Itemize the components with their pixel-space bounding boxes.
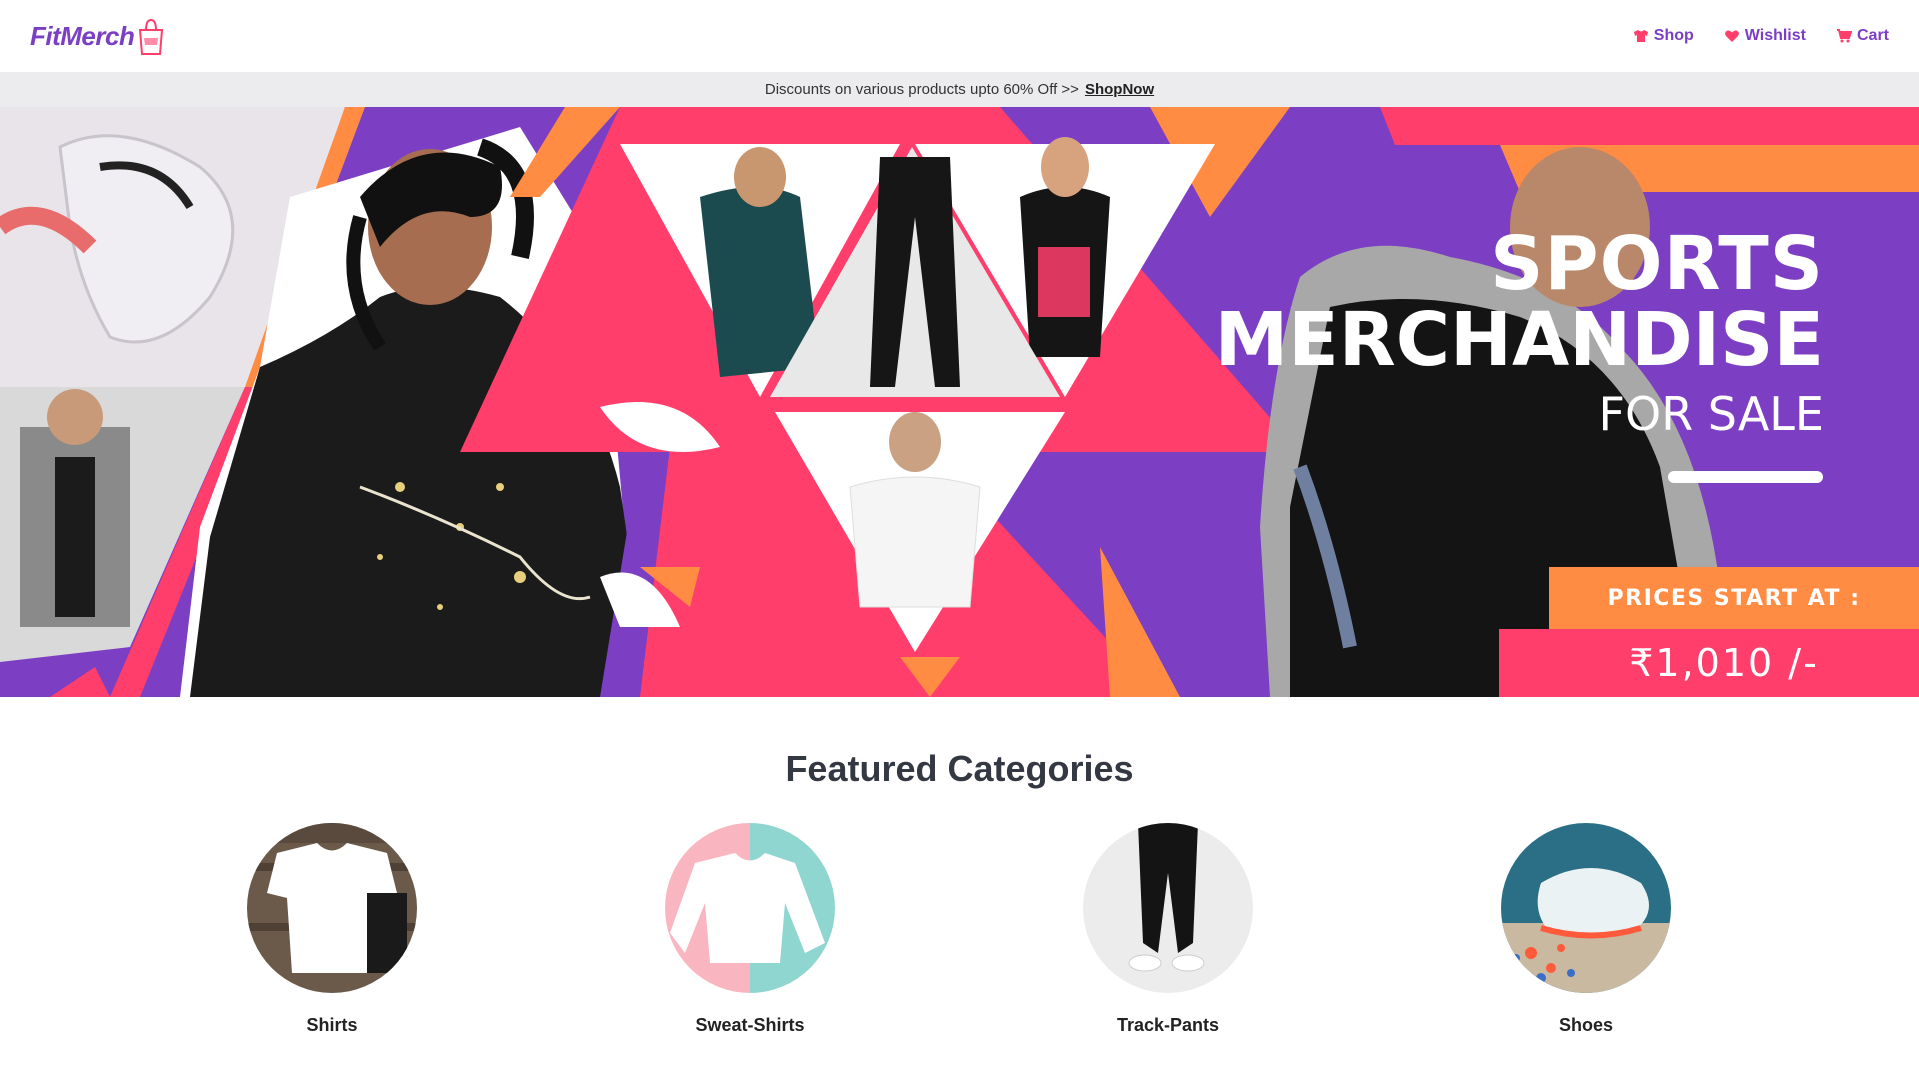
cart-icon — [1836, 29, 1852, 43]
shirt-icon — [1633, 30, 1648, 42]
logo-text: FitMerch — [30, 20, 135, 51]
promo-bar: Discounts on various products upto 60% O… — [0, 72, 1919, 107]
category-label: Track-Pants — [1116, 1015, 1220, 1035]
shirts-image — [247, 823, 417, 993]
price-label: PRICES START AT : — [1549, 567, 1919, 629]
hero-title: SPORTS MERCHANDISE FOR SALE — [1215, 227, 1824, 437]
shopping-bag-icon — [139, 18, 164, 55]
hero-banner[interactable]: SPORTS MERCHANDISE FOR SALE PRICES START… — [0, 107, 1919, 697]
nav-cart[interactable]: Cart — [1836, 27, 1889, 45]
hero-title-line3: FOR SALE — [1598, 387, 1824, 441]
nav-wishlist-label: Wishlist — [1744, 27, 1806, 44]
category-label: Shirts — [306, 1015, 358, 1035]
price-value: ₹1,010 /- — [1499, 629, 1919, 697]
hero-title-line2: MERCHANDISE — [1214, 297, 1824, 383]
site-header: FitMerch Shop Wishlist Cart — [0, 0, 1919, 72]
nav-shop[interactable]: Shop — [1633, 27, 1694, 45]
logo[interactable]: FitMerch — [30, 12, 166, 60]
featured-title: Featured Categories — [785, 748, 1134, 789]
category-label: Sweat-Shirts — [695, 1015, 805, 1035]
category-shirts[interactable]: Shirts — [232, 823, 432, 1036]
category-sweat-shirts[interactable]: Sweat-Shirts — [650, 823, 850, 1036]
hero-underline — [1668, 471, 1823, 483]
shoes-image — [1501, 823, 1671, 993]
category-label: Shoes — [1558, 1015, 1614, 1035]
nav-shop-label: Shop — [1653, 27, 1694, 44]
promo-text: Discounts on various products upto 60% O… — [764, 81, 1079, 98]
hero-title-line1: SPORTS — [1490, 221, 1824, 307]
main-nav: Shop Wishlist Cart — [1633, 27, 1889, 45]
nav-wishlist[interactable]: Wishlist — [1724, 27, 1806, 45]
track-pants-image — [1083, 823, 1253, 993]
category-shoes[interactable]: Shoes — [1486, 823, 1686, 1036]
sweat-shirts-image — [665, 823, 835, 993]
shop-now-link[interactable]: ShopNow — [1085, 81, 1154, 98]
heart-icon — [1724, 30, 1739, 42]
nav-cart-label: Cart — [1856, 27, 1889, 44]
category-track-pants[interactable]: Track-Pants — [1068, 823, 1268, 1036]
